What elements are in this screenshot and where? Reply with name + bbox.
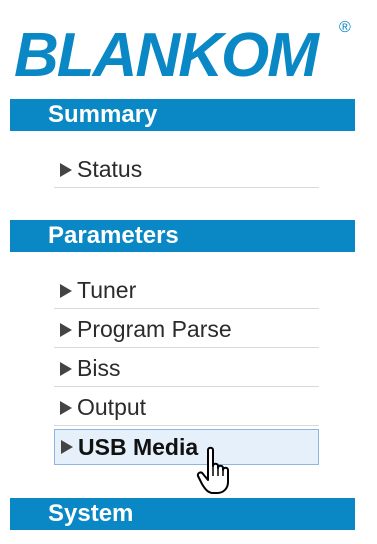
menu-item-tuner[interactable]: Tuner <box>54 273 319 309</box>
section-header-summary: Summary <box>10 99 355 131</box>
section-header-system: System <box>10 498 355 530</box>
registered-mark: ® <box>339 19 351 36</box>
menu-item-label: Biss <box>77 355 121 381</box>
section-title: Parameters <box>48 222 179 249</box>
section-header-parameters: Parameters <box>10 220 355 252</box>
triangle-right-icon <box>60 400 72 415</box>
menu-item-usb-media[interactable]: USB Media <box>54 429 319 465</box>
menu-item-status[interactable]: Status <box>54 152 319 188</box>
blankom-logo: BLANKOM ® <box>10 8 360 90</box>
triangle-right-icon <box>60 283 72 298</box>
section-title: Summary <box>48 101 158 128</box>
menu-item-output[interactable]: Output <box>54 390 319 426</box>
menu-item-label: Program Parse <box>77 316 232 342</box>
triangle-right-icon <box>61 440 73 454</box>
triangle-right-icon <box>60 162 72 177</box>
hand-pointer-icon <box>196 446 236 496</box>
menu-item-label: USB Media <box>78 433 199 460</box>
menu-item-label: Status <box>77 156 143 182</box>
menu-item-program-parse[interactable]: Program Parse <box>54 312 319 348</box>
logo-text: BLANKOM <box>14 21 320 90</box>
section-title: System <box>48 500 134 527</box>
menu-item-label: Tuner <box>77 277 137 303</box>
triangle-right-icon <box>60 361 72 376</box>
menu-item-biss[interactable]: Biss <box>54 351 319 387</box>
menu-item-label: Output <box>77 394 147 420</box>
triangle-right-icon <box>60 322 72 337</box>
